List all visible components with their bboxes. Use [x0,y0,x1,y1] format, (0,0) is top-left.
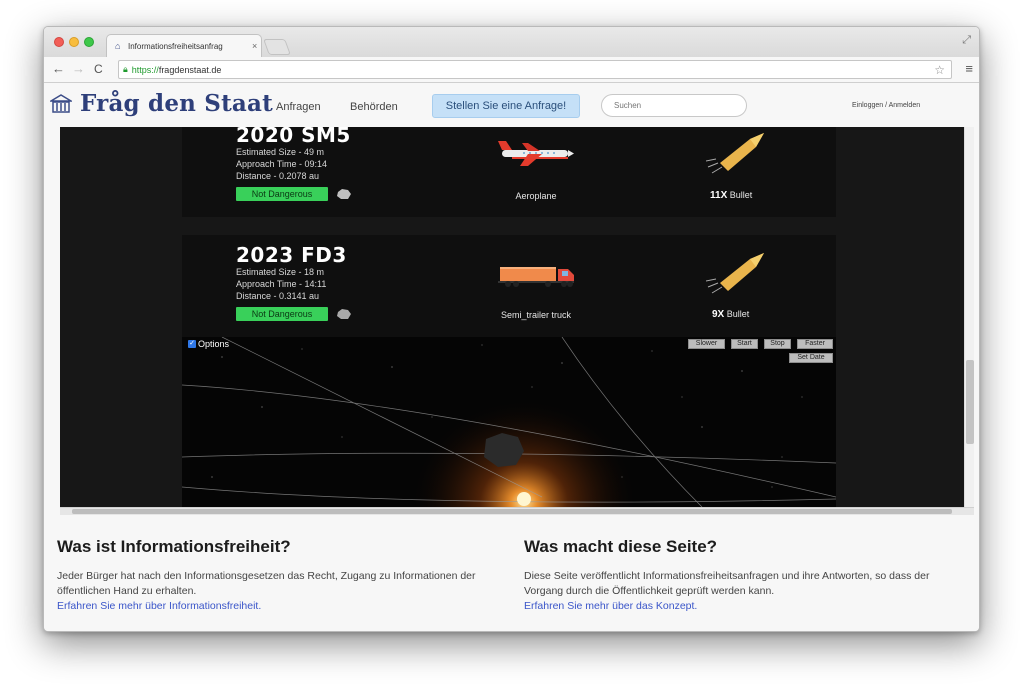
asteroid-distance: Distance - 0.2078 au [236,171,320,181]
reload-button[interactable]: C [94,61,103,77]
options-label: Options [198,339,230,349]
new-tab-button[interactable] [263,39,291,55]
scrollbar-thumb[interactable] [72,509,952,514]
stop-button[interactable]: Stop [764,339,791,349]
tab-active[interactable]: ⌂ Informationsfreiheitsanfrag × [106,34,262,57]
lock-icon: 🔒︎ [123,64,128,74]
orbit-canvas [182,337,836,507]
vertical-scrollbar[interactable] [964,127,974,507]
danger-status-badge: Not Dangerous [236,187,328,201]
url-host: fragdenstaat.de [158,64,222,75]
minimize-window-button[interactable] [69,37,79,47]
rock-icon [337,309,351,319]
bullet-label: Bullet [726,309,750,319]
bullet-label: Bullet [729,190,753,200]
set-date-button[interactable]: Set Date [789,353,833,363]
asteroid-approach-time: Approach Time - 09:14 [236,159,328,169]
bullet-icon [706,253,764,294]
info-link[interactable]: Erfahren Sie mehr über das Konzept. [524,600,697,612]
asteroid-size: Estimated Size - 18 m [236,267,325,277]
start-button[interactable]: Start [731,339,758,349]
tab-title: Informationsfreiheitsanfrag [128,41,223,51]
asteroid-distance: Distance - 0.3141 au [236,291,320,301]
info-section: Was ist Informationsfreiheit? Jeder Bürg… [44,517,979,631]
new-request-button[interactable]: Stellen Sie eine Anfrage! [432,94,580,118]
bullet-comparison: 11X Bullet [710,190,752,201]
bullet-multiplier: 9X [712,309,725,320]
nav-anfragen[interactable]: Anfragen [276,101,321,113]
horizontal-scrollbar[interactable] [60,507,974,515]
info-title: Was ist Informationsfreiheit? [57,537,291,556]
info-title: Was macht diese Seite? [524,537,718,556]
tab-close-icon[interactable]: × [252,41,257,51]
comparison-label: Semi_trailer truck [500,310,572,320]
back-button[interactable]: ← [52,61,65,77]
bookmark-star-icon[interactable]: ☆ [934,63,945,77]
options-toggle[interactable]: ✓ Options [188,339,229,349]
asteroid-card: 2020 SM5 Estimated Size - 49 m Approach … [182,127,836,217]
browser-menu-icon[interactable]: ≡ [965,61,973,76]
asteroid-approach-time: Approach Time - 14:11 [236,279,327,289]
nav-behoerden[interactable]: Behörden [350,101,398,113]
bullet-icon [706,133,764,174]
info-text: Diese Seite veröffentlicht Informationsf… [524,570,930,597]
site-header: Fråg den Staat Anfragen Behörden Stellen… [44,84,979,126]
asteroid-card: 2023 FD3 Estimated Size - 18 m Approach … [182,235,836,337]
orbit-scene[interactable]: ✓ Options Slower Start Stop Faster Set D… [182,337,836,507]
browser-toolbar: ← → C 🔒︎ https:// fragdenstaat.de ☆ ≡ [44,57,979,83]
login-link[interactable]: Einloggen / Anmelden [852,102,920,109]
asteroid-name: 2023 FD3 [236,243,347,267]
site-logo[interactable]: Fråg den Staat [80,90,273,117]
address-bar[interactable]: 🔒︎ https:// fragdenstaat.de ☆ [118,60,952,79]
forward-button[interactable]: → [72,61,85,77]
search-input[interactable] [601,94,747,117]
url-scheme: https:// [131,64,159,75]
asteroid-name: 2020 SM5 [236,127,351,147]
comparison-label: Aeroplane [515,191,557,201]
truck-icon [498,267,574,287]
close-window-button[interactable] [54,37,64,47]
browser-window: ⌂ Informationsfreiheitsanfrag × ⤢ ← → C … [43,26,980,632]
zoom-window-button[interactable] [84,37,94,47]
bullet-multiplier: 11X [710,190,728,201]
info-link[interactable]: Erfahren Sie mehr über Informationsfreih… [57,600,261,612]
building-logo-icon [50,94,72,113]
fullscreen-icon[interactable]: ⤢ [962,34,971,47]
bullet-comparison: 9X Bullet [712,309,749,320]
airplane-icon [498,141,574,166]
info-text: Jeder Bürger hat nach den Informationsge… [57,570,476,597]
faster-button[interactable]: Faster [797,339,833,349]
danger-status-badge: Not Dangerous [236,307,328,321]
site-favicon-icon: ⌂ [115,40,121,51]
scrollbar-thumb[interactable] [966,360,974,444]
rock-icon [337,189,351,199]
slower-button[interactable]: Slower [688,339,725,349]
embedded-asteroid-app: 2020 SM5 Estimated Size - 49 m Approach … [60,127,974,507]
tab-strip: ⌂ Informationsfreiheitsanfrag × ⤢ [44,27,979,57]
checkbox-checked-icon[interactable]: ✓ [188,340,196,348]
asteroid-size: Estimated Size - 49 m [236,147,325,157]
